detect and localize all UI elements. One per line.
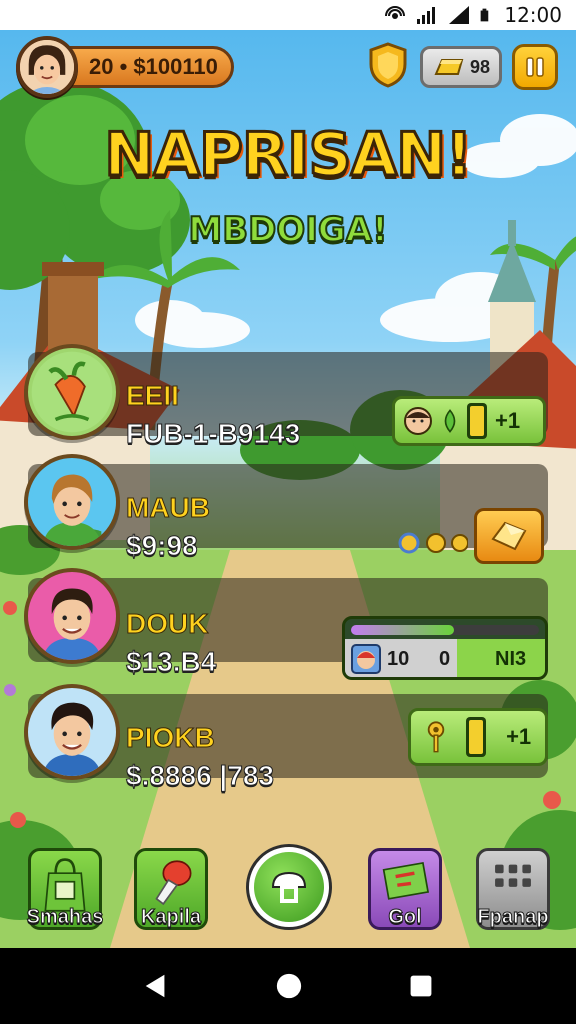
reward-panel[interactable]: +1 xyxy=(408,708,548,766)
reward-amount: +1 xyxy=(506,724,532,749)
gold-gem-icon xyxy=(491,521,527,551)
signal-icon xyxy=(417,7,436,24)
player-score: $9:98 xyxy=(126,530,199,562)
back-icon[interactable] xyxy=(142,972,170,1000)
pause-icon xyxy=(526,57,544,77)
hotspot-icon xyxy=(385,6,406,19)
progress-fill xyxy=(351,625,455,635)
navigation-bar xyxy=(0,948,576,1024)
medal-icons xyxy=(398,532,468,554)
player-avatar xyxy=(24,684,120,780)
panel-mid-value: 0 xyxy=(439,648,451,670)
game-scene: 20 • $100110 98 NAPRISAN! MBDOIGA! EEII xyxy=(0,30,576,948)
clock: 12:00 xyxy=(504,3,562,27)
leaf-icon xyxy=(444,409,456,433)
shield-button[interactable] xyxy=(368,42,408,88)
gold-counter[interactable]: 98 xyxy=(420,46,502,88)
player-avatar[interactable] xyxy=(16,36,78,98)
player-avatar xyxy=(24,568,120,664)
carrot-avatar xyxy=(24,344,120,440)
character-icon xyxy=(404,407,432,435)
player-name: PIOKB xyxy=(126,722,216,754)
energy-bar xyxy=(467,403,487,439)
key-icon xyxy=(427,721,445,753)
menu-label: Smahas xyxy=(26,906,104,929)
home-icon[interactable] xyxy=(275,972,303,1000)
battery-icon xyxy=(480,8,489,22)
energy-bar xyxy=(466,717,487,757)
menu-label: Kapila xyxy=(140,906,202,929)
pause-button[interactable] xyxy=(512,44,558,90)
player-name: EEII xyxy=(126,380,180,412)
gold-bar-icon xyxy=(434,59,464,75)
player-profile[interactable]: 20 • $100110 xyxy=(16,36,234,98)
menu-label: Gol xyxy=(388,906,422,929)
wifi-icon xyxy=(449,6,470,24)
game-subtitle: MBDOIGA! xyxy=(187,209,388,251)
player-name: DOUK xyxy=(125,608,209,640)
recents-icon[interactable] xyxy=(408,973,434,999)
reward-amount: +1 xyxy=(495,408,521,433)
progress-bar xyxy=(351,625,539,635)
character-icon xyxy=(351,644,381,674)
panel-left-value: 10 xyxy=(387,648,410,670)
player-score: $.8886 |783 xyxy=(126,760,275,792)
gold-count: 98 xyxy=(469,56,491,77)
game-title: NAPRISAN! xyxy=(103,119,474,192)
player-name: MAUB xyxy=(126,492,211,524)
mushroom-icon xyxy=(271,871,307,903)
shield-icon xyxy=(369,42,407,88)
menu-label: Fpanap xyxy=(477,906,549,929)
player-avatar xyxy=(24,454,120,550)
player-score: FUB-1-B9143 xyxy=(125,418,301,450)
player-score: $13.B4 xyxy=(125,646,217,678)
play-button[interactable] xyxy=(246,844,332,930)
reward-panel[interactable]: +1 xyxy=(392,396,546,446)
gem-button[interactable] xyxy=(474,508,544,564)
player-stat: 20 • $100110 xyxy=(64,46,234,88)
panel-right-value: NI3 xyxy=(495,648,527,670)
status-bar: 12:00 xyxy=(0,0,576,30)
progress-panel[interactable]: 10 0 NI3 xyxy=(342,616,548,680)
